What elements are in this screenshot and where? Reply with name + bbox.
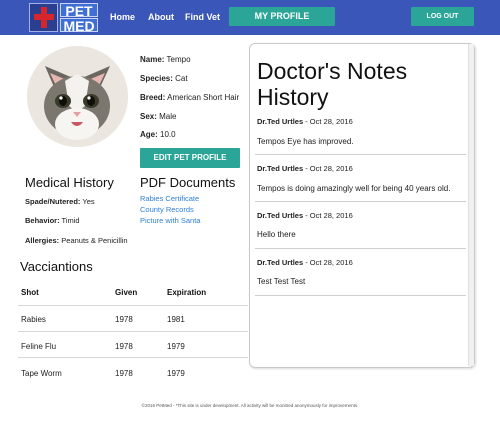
vaccination-given: 1978 xyxy=(115,369,133,378)
pet-age-row: Age: 10.0 xyxy=(140,130,176,139)
vaccination-shot: Feline Flu xyxy=(21,342,57,351)
cat-photo-icon xyxy=(27,46,128,147)
allergies-value: Peanuts & Penicillin xyxy=(61,236,128,245)
pet-age-label: Age: xyxy=(140,130,158,139)
pet-breed-row: Breed: American Short Hair xyxy=(140,93,239,102)
my-profile-button[interactable]: MY PROFILE xyxy=(229,7,335,26)
note-divider xyxy=(255,295,466,296)
note-meta: Dr.Ted Urtles - Oct 28, 2016 xyxy=(257,211,353,220)
nav-link-home[interactable]: Home xyxy=(110,12,135,22)
pet-breed-label: Breed: xyxy=(140,93,166,102)
note-date: - Oct 28, 2016 xyxy=(303,164,353,173)
table-row-divider xyxy=(18,331,248,332)
logo-word-bottom: MED xyxy=(60,18,98,33)
medical-cross-icon xyxy=(29,3,58,32)
petmed-logo[interactable]: PET MED xyxy=(29,3,98,33)
note-date: - Oct 28, 2016 xyxy=(303,117,353,126)
pet-species-label: Species: xyxy=(140,74,173,83)
vaccinations-header-shot: Shot xyxy=(21,288,39,297)
vaccination-expiration: 1981 xyxy=(167,315,185,324)
behavior-row: Behavior: Timid xyxy=(25,216,80,225)
behavior-label: Behavior: xyxy=(25,216,60,225)
note-text: Hello there xyxy=(257,230,296,239)
note-doctor: Dr.Ted Urtles xyxy=(257,211,304,220)
medical-history-heading: Medical History xyxy=(25,175,114,190)
note-doctor: Dr.Ted Urtles xyxy=(257,117,304,126)
pet-sex-row: Sex: Male xyxy=(140,112,176,121)
vaccination-shot: Rabies xyxy=(21,315,46,324)
pet-species-value: Cat xyxy=(175,74,188,83)
note-doctor: Dr.Ted Urtles xyxy=(257,258,304,267)
logout-button[interactable]: LOG OUT xyxy=(411,7,474,26)
logo-word-top: PET xyxy=(60,3,98,18)
note-divider xyxy=(255,154,466,155)
spade-label: Spade/Nutered: xyxy=(25,197,81,206)
spade-row: Spade/Nutered: Yes xyxy=(25,197,95,206)
vaccination-expiration: 1979 xyxy=(167,369,185,378)
note-text: Test Test Test xyxy=(257,277,306,286)
doctors-notes-heading-line1: Doctor's Notes xyxy=(257,58,408,84)
notes-scrollbar[interactable] xyxy=(468,44,474,366)
pet-breed-value: American Short Hair xyxy=(167,93,240,102)
vaccinations-header-expiration: Expiration xyxy=(167,288,207,297)
vaccinations-header-given: Given xyxy=(115,288,138,297)
note-divider xyxy=(255,248,466,249)
vaccinations-heading: Vacciantions xyxy=(20,259,93,274)
spade-value: Yes xyxy=(82,197,95,206)
note-meta: Dr.Ted Urtles - Oct 28, 2016 xyxy=(257,164,353,173)
doctors-notes-heading: Doctor's Notes History xyxy=(257,58,407,110)
pdf-documents-heading: PDF Documents xyxy=(140,175,236,190)
note-text: Tempos is doing amazingly well for being… xyxy=(257,184,451,193)
note-doctor: Dr.Ted Urtles xyxy=(257,164,304,173)
pdf-link-rabies-certificate[interactable]: Rabies Certificate xyxy=(140,194,199,203)
pdf-link-county-records[interactable]: County Records xyxy=(140,205,194,214)
vaccination-given: 1978 xyxy=(115,315,133,324)
pet-sex-label: Sex: xyxy=(140,112,157,121)
pet-name-value: Tempo xyxy=(166,55,191,64)
vaccination-shot: Tape Worm xyxy=(21,369,62,378)
note-text: Tempos Eye has improved. xyxy=(257,137,354,146)
top-navbar: PET MED Home About Find Vet MY PROFILE L… xyxy=(0,0,500,35)
behavior-value: Timid xyxy=(61,216,80,225)
note-meta: Dr.Ted Urtles - Oct 28, 2016 xyxy=(257,258,353,267)
nav-link-find-vet[interactable]: Find Vet xyxy=(185,12,220,22)
pdf-link-picture-with-santa[interactable]: Picture with Santa xyxy=(140,216,200,225)
pet-sex-value: Male xyxy=(159,112,177,121)
vaccination-expiration: 1979 xyxy=(167,342,185,351)
pet-species-row: Species: Cat xyxy=(140,74,188,83)
pet-name-row: Name: Tempo xyxy=(140,55,191,64)
note-divider xyxy=(255,201,466,202)
note-meta: Dr.Ted Urtles - Oct 28, 2016 xyxy=(257,117,353,126)
doctors-notes-heading-line2: History xyxy=(257,84,329,110)
note-date: - Oct 28, 2016 xyxy=(303,258,353,267)
pet-name-label: Name: xyxy=(140,55,165,64)
allergies-label: Allergies: xyxy=(25,236,60,245)
nav-link-about[interactable]: About xyxy=(148,12,174,22)
table-header-divider xyxy=(18,305,248,306)
page-footer: ©2016 PetMed - *This site is under devel… xyxy=(141,403,359,408)
edit-pet-profile-button[interactable]: EDIT PET PROFILE xyxy=(140,148,240,168)
note-date: - Oct 28, 2016 xyxy=(303,211,353,220)
pet-avatar xyxy=(27,46,128,147)
vaccination-given: 1978 xyxy=(115,342,133,351)
pet-age-value: 10.0 xyxy=(160,130,176,139)
table-row-divider xyxy=(18,357,248,358)
allergies-row: Allergies: Peanuts & Penicillin xyxy=(25,236,128,245)
